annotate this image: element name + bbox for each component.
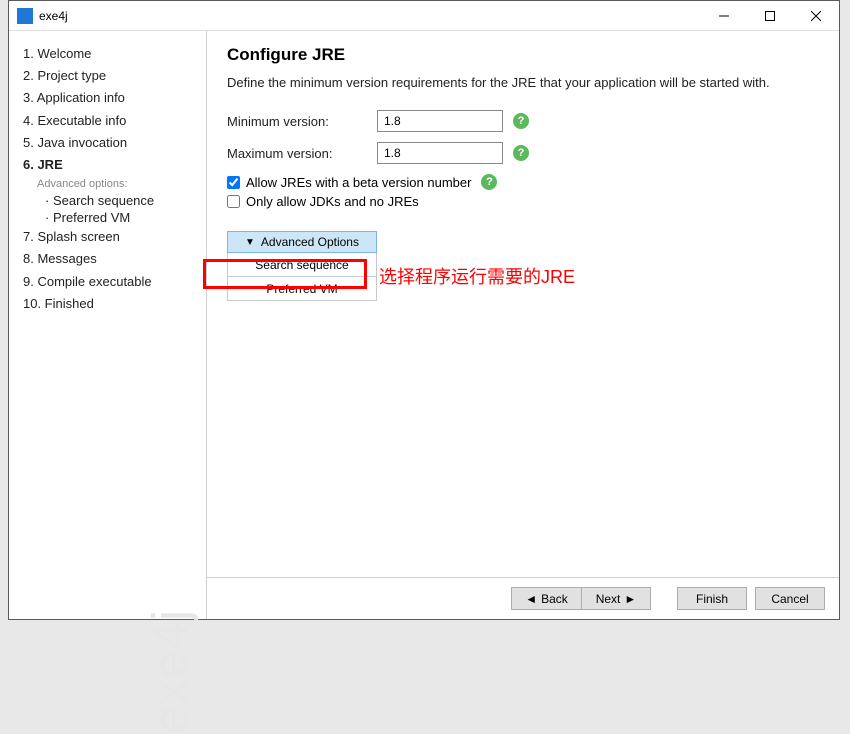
- next-button[interactable]: Next ►: [581, 587, 651, 610]
- help-icon[interactable]: ?: [513, 145, 529, 161]
- window-title: exe4j: [39, 9, 68, 23]
- step-project-type[interactable]: 2. Project type: [23, 65, 206, 87]
- wizard-sidebar: 1. Welcome 2. Project type 3. Applicatio…: [9, 31, 207, 619]
- allow-beta-label: Allow JREs with a beta version number: [246, 175, 471, 190]
- help-icon[interactable]: ?: [481, 174, 497, 190]
- arrow-right-icon: ►: [624, 592, 636, 606]
- page-title: Configure JRE: [227, 45, 819, 65]
- step-java-invocation[interactable]: 5. Java invocation: [23, 132, 206, 154]
- help-icon[interactable]: ?: [513, 113, 529, 129]
- advanced-options-toggle[interactable]: ▼ Advanced Options: [227, 231, 377, 253]
- watermark: exe4j: [142, 609, 200, 734]
- app-window: exe4j 1. Welcome 2. Project type 3. Appl…: [8, 0, 840, 620]
- max-version-label: Maximum version:: [227, 146, 377, 161]
- annotation-text: 选择程序运行需要的JRE: [379, 263, 575, 289]
- step-messages[interactable]: 8. Messages: [23, 248, 206, 270]
- wizard-footer: ◄ Back Next ► Finish Cancel: [207, 577, 839, 619]
- step-executable-info[interactable]: 4. Executable info: [23, 110, 206, 132]
- cancel-button[interactable]: Cancel: [755, 587, 825, 610]
- close-button[interactable]: [793, 1, 839, 31]
- maximize-button[interactable]: [747, 1, 793, 31]
- step-finished[interactable]: 10. Finished: [23, 293, 206, 315]
- triangle-down-icon: ▼: [245, 237, 255, 248]
- advanced-options-label: Advanced options:: [23, 176, 206, 192]
- min-version-label: Minimum version:: [227, 114, 377, 129]
- min-version-input[interactable]: [377, 110, 503, 132]
- finish-button[interactable]: Finish: [677, 587, 747, 610]
- step-application-info[interactable]: 3. Application info: [23, 87, 206, 109]
- back-button[interactable]: ◄ Back: [511, 587, 581, 610]
- adv-item-preferred-vm[interactable]: Preferred VM: [227, 277, 377, 301]
- minimize-button[interactable]: [701, 1, 747, 31]
- adv-item-search-sequence[interactable]: Search sequence: [227, 253, 377, 277]
- arrow-left-icon: ◄: [525, 592, 537, 606]
- only-jdk-checkbox[interactable]: [227, 195, 240, 208]
- step-welcome[interactable]: 1. Welcome: [23, 43, 206, 65]
- allow-beta-checkbox[interactable]: [227, 176, 240, 189]
- substep-search-sequence[interactable]: Search sequence: [23, 192, 206, 209]
- step-splash-screen[interactable]: 7. Splash screen: [23, 226, 206, 248]
- page-description: Define the minimum version requirements …: [227, 75, 819, 90]
- advanced-options-header-label: Advanced Options: [261, 235, 359, 249]
- step-jre[interactable]: 6. JRE: [23, 154, 206, 176]
- only-jdk-label: Only allow JDKs and no JREs: [246, 194, 419, 209]
- main-panel: Configure JRE Define the minimum version…: [207, 31, 839, 619]
- step-compile-executable[interactable]: 9. Compile executable: [23, 271, 206, 293]
- app-icon: [17, 8, 33, 24]
- titlebar: exe4j: [9, 1, 839, 31]
- substep-preferred-vm[interactable]: Preferred VM: [23, 209, 206, 226]
- max-version-input[interactable]: [377, 142, 503, 164]
